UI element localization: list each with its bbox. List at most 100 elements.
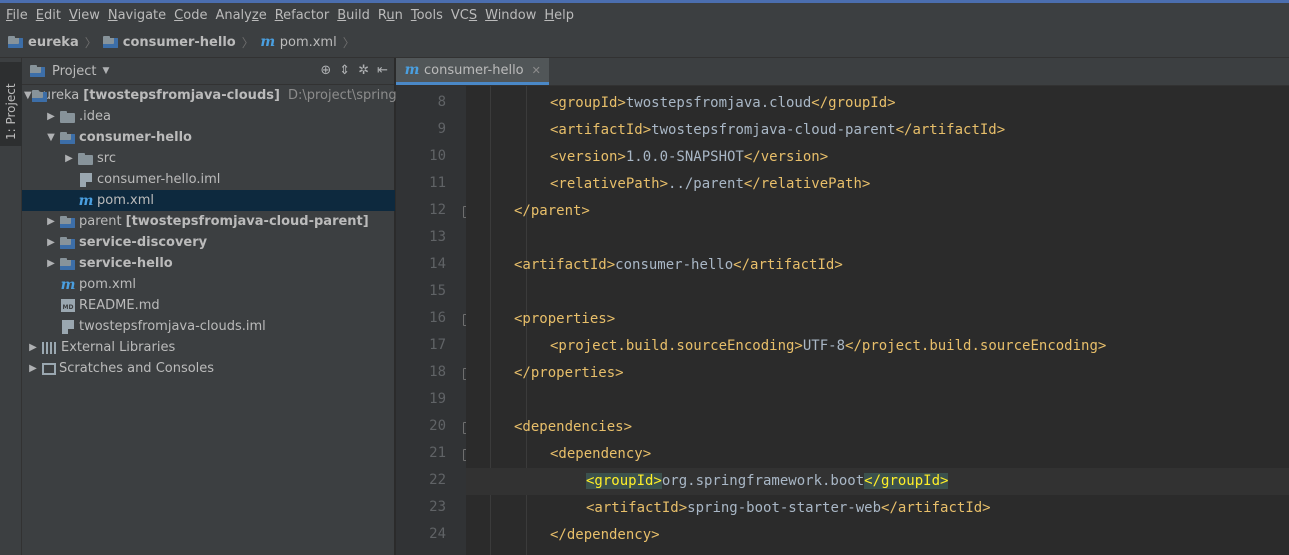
project-tree: ▼ eureka [twostepsfromjava-clouds] D:\proje… bbox=[22, 85, 417, 379]
hide-icon[interactable]: ⇤ bbox=[377, 63, 388, 78]
code-line: <artifactId>twostepsfromjava-cloud-paren… bbox=[466, 117, 1289, 144]
expanded-arrow-icon[interactable]: ▼ bbox=[24, 90, 32, 101]
tree-node-module-name: [twostepsfromjava-cloud-parent] bbox=[125, 214, 369, 229]
collapsed-arrow-icon[interactable]: ▶ bbox=[42, 237, 60, 248]
gear-icon[interactable]: ✲ bbox=[358, 63, 369, 78]
tree-node[interactable]: m pom.xml bbox=[22, 190, 395, 211]
menu-vcs[interactable]: VCS bbox=[447, 8, 481, 23]
menu-edit[interactable]: Edit bbox=[32, 8, 65, 23]
menu-refactor[interactable]: Refactor bbox=[271, 8, 334, 23]
tree-node[interactable]: consumer-hello.iml bbox=[22, 169, 395, 190]
module-folder-icon bbox=[60, 236, 76, 249]
menu-tools[interactable]: Tools bbox=[407, 8, 447, 23]
xml-tag: </artifactId> bbox=[733, 257, 843, 273]
breadcrumb-item[interactable]: eureka bbox=[8, 35, 79, 50]
line-number: 22 bbox=[429, 472, 446, 488]
left-tool-strip: 1: Project bbox=[0, 58, 22, 555]
tree-node[interactable]: ▶ Scratches and Consoles bbox=[22, 358, 395, 379]
line-number: 19 bbox=[429, 391, 446, 407]
close-icon[interactable]: ✕ bbox=[532, 64, 541, 77]
collapsed-arrow-icon[interactable]: ▶ bbox=[42, 216, 60, 227]
collapsed-arrow-icon[interactable]: ▶ bbox=[60, 153, 78, 164]
code-line: <project.build.sourceEncoding>UTF-8</pro… bbox=[466, 333, 1289, 360]
xml-tag: <version> bbox=[550, 149, 626, 165]
tree-node-module-name: [twostepsfromjava-clouds] bbox=[83, 88, 280, 103]
tree-node[interactable]: ▶ parent [twostepsfromjava-cloud-parent] bbox=[22, 211, 395, 232]
tree-node-label: README.md bbox=[79, 298, 160, 313]
tree-node[interactable]: ▶ src bbox=[22, 148, 395, 169]
xml-tag: <dependency> bbox=[550, 446, 652, 462]
collapsed-arrow-icon[interactable]: ▶ bbox=[42, 111, 60, 122]
libraries-icon bbox=[42, 341, 58, 354]
breadcrumb-separator: 〉 bbox=[84, 35, 97, 50]
tree-node[interactable]: ▶ .idea bbox=[22, 106, 395, 127]
code-editor[interactable]: <groupId>twostepsfromjava.cloud</groupId… bbox=[466, 86, 1289, 555]
collapsed-arrow-icon[interactable]: ▶ bbox=[24, 342, 42, 353]
project-tool-tab-label: 1: Project bbox=[4, 83, 18, 140]
line-number: 8 bbox=[437, 94, 446, 110]
tree-node-label: .idea bbox=[79, 109, 111, 124]
collapsed-arrow-icon[interactable]: ▶ bbox=[42, 258, 60, 269]
tree-node[interactable]: MD README.md bbox=[22, 295, 395, 316]
xml-tag: <artifactId> bbox=[586, 500, 688, 516]
tree-node[interactable]: m pom.xml bbox=[22, 274, 395, 295]
tree-node[interactable]: ▶ External Libraries bbox=[22, 337, 395, 358]
menu-analyze[interactable]: Analyze bbox=[211, 8, 270, 23]
xml-text: twostepsfromjava-cloud-parent bbox=[651, 122, 896, 138]
menu-file[interactable]: File bbox=[2, 8, 32, 23]
markdown-icon: MD bbox=[61, 299, 75, 312]
expanded-arrow-icon[interactable]: ▼ bbox=[42, 132, 60, 143]
tree-node[interactable]: ▶ service-hello bbox=[22, 253, 395, 274]
line-number: 16 bbox=[429, 310, 446, 326]
menu-run[interactable]: Run bbox=[374, 8, 407, 23]
xml-tag: </version> bbox=[743, 149, 829, 165]
collapsed-arrow-icon[interactable]: ▶ bbox=[24, 363, 42, 374]
menu-bar: File Edit View Navigate Code Analyze Refactor B… bbox=[0, 3, 1289, 27]
collapse-all-icon[interactable]: ⇕ bbox=[339, 63, 350, 78]
code-line: <dependency> bbox=[466, 441, 1289, 468]
menu-build[interactable]: Build bbox=[333, 8, 374, 23]
maven-icon: m bbox=[60, 276, 76, 293]
editor-gutter: 8 9 10 11 12 13 14 15 16 17 18 19 20 21 22 23 24 bbox=[396, 86, 474, 555]
code-line: <dependencies> bbox=[466, 414, 1289, 441]
menu-navigate[interactable]: Navigate bbox=[104, 8, 170, 23]
line-number: 20 bbox=[429, 418, 446, 434]
xml-text: UTF-8 bbox=[802, 338, 846, 354]
project-panel-title[interactable]: Project bbox=[52, 64, 96, 79]
tree-node-label: pom.xml bbox=[79, 277, 136, 292]
breadcrumb-item[interactable]: m pom.xml bbox=[260, 34, 336, 50]
editor-tab-pom[interactable]: m consumer-hello ✕ bbox=[396, 58, 549, 85]
code-line: <version>1.0.0-SNAPSHOT</version> bbox=[466, 144, 1289, 171]
tree-node-label: parent bbox=[79, 214, 122, 229]
tree-node[interactable]: ▼ eureka [twostepsfromjava-clouds] D:\proje… bbox=[22, 85, 417, 106]
line-number: 12 bbox=[429, 202, 446, 218]
project-tool-tab[interactable]: 1: Project bbox=[0, 62, 22, 146]
xml-tag: </artifactId> bbox=[881, 500, 991, 516]
tree-node-label: consumer-hello bbox=[79, 130, 192, 145]
tree-node-label: External Libraries bbox=[61, 340, 176, 355]
tree-node[interactable]: ▶ service-discovery bbox=[22, 232, 395, 253]
menu-view[interactable]: View bbox=[65, 8, 104, 23]
xml-tag: </dependency> bbox=[550, 527, 660, 543]
breadcrumb-item[interactable]: consumer-hello bbox=[102, 35, 236, 50]
xml-tag: </groupId> bbox=[811, 95, 896, 111]
xml-tag: <dependencies> bbox=[514, 419, 633, 435]
menu-code[interactable]: Code bbox=[170, 8, 211, 23]
line-number: 11 bbox=[429, 175, 446, 191]
locate-icon[interactable]: ⊕ bbox=[320, 63, 331, 78]
project-panel-toolbar: ⊕ ⇕ ✲ ⇤ bbox=[320, 63, 388, 78]
module-folder-icon bbox=[8, 36, 24, 48]
menu-help[interactable]: Help bbox=[540, 8, 578, 23]
tree-node[interactable]: twostepsfromjava-clouds.iml bbox=[22, 316, 395, 337]
chevron-down-icon[interactable]: ▼ bbox=[102, 66, 109, 76]
menu-window[interactable]: Window bbox=[481, 8, 540, 23]
xml-text: consumer-hello bbox=[615, 257, 734, 273]
xml-tag: <artifactId> bbox=[550, 122, 652, 138]
module-folder-icon bbox=[60, 131, 76, 144]
tree-node[interactable]: ▼ consumer-hello bbox=[22, 127, 395, 148]
line-number: 10 bbox=[429, 148, 446, 164]
code-line: <artifactId>consumer-hello</artifactId> bbox=[466, 252, 1289, 279]
